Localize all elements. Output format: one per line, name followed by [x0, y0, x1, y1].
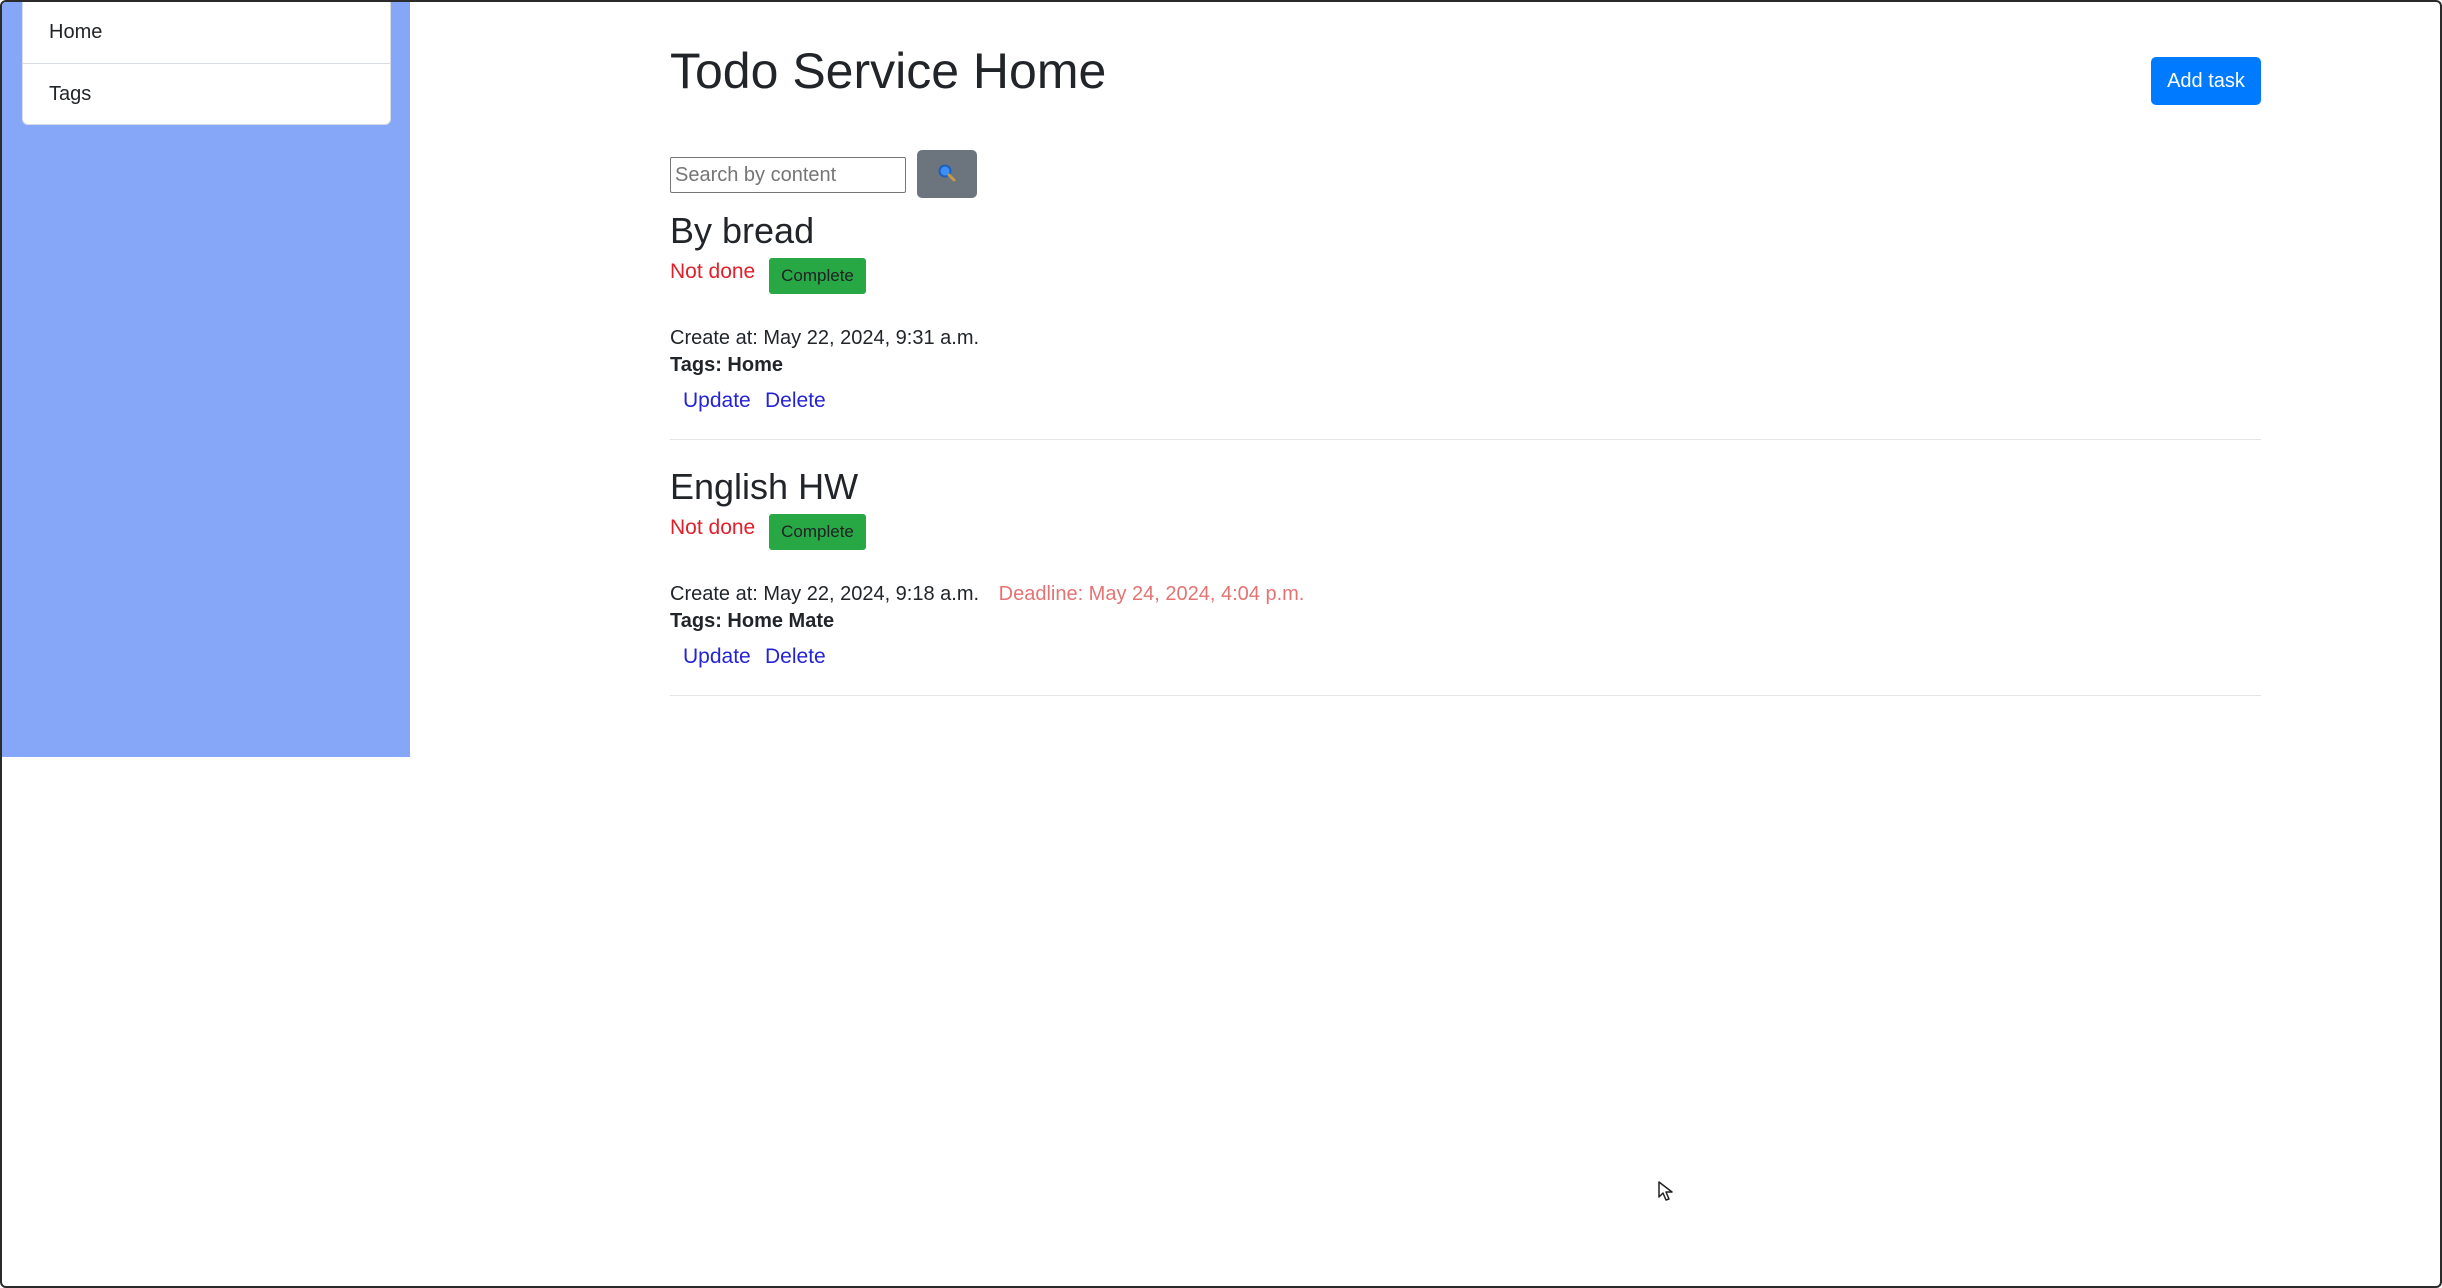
sidebar: Home Tags	[2, 2, 410, 757]
tags-value: Home Mate	[727, 610, 835, 632]
tags-label: Tags:	[670, 354, 722, 376]
sidebar-item-tags[interactable]: Tags	[23, 63, 390, 124]
tags-value: Home	[727, 354, 783, 376]
task-item: English HW Not done Complete Create at: …	[670, 466, 2261, 696]
mouse-cursor-icon	[1657, 1180, 1675, 1207]
task-tags: Tags: Home Mate	[670, 610, 834, 633]
complete-button[interactable]: Complete	[769, 258, 866, 294]
delete-link[interactable]: Delete	[765, 389, 826, 413]
task-created-at: Create at: May 22, 2024, 9:31 a.m.	[670, 327, 980, 349]
task-tags: Tags: Home	[670, 354, 783, 377]
update-link[interactable]: Update	[683, 389, 751, 413]
task-meta: Create at: May 22, 2024, 9:31 a.m.	[670, 327, 979, 350]
app-window: Home Tags Todo Service Home Add task By …	[0, 0, 2442, 1288]
task-item: By bread Not done Complete Create at: Ma…	[670, 210, 2261, 440]
tags-label: Tags:	[670, 610, 722, 632]
task-deadline: Deadline: May 24, 2024, 4:04 p.m.	[998, 583, 1305, 605]
task-created-at: Create at: May 22, 2024, 9:18 a.m.	[670, 583, 980, 605]
add-task-button[interactable]: Add task	[2151, 57, 2261, 105]
task-title: By bread	[670, 210, 815, 251]
update-link[interactable]: Update	[683, 645, 751, 669]
task-status: Not done	[670, 516, 756, 539]
delete-link[interactable]: Delete	[765, 645, 826, 669]
task-title: English HW	[670, 466, 859, 507]
task-status: Not done	[670, 260, 756, 283]
sidebar-nav: Home Tags	[22, 2, 391, 125]
complete-button[interactable]: Complete	[769, 514, 866, 550]
page-title: Todo Service Home	[670, 43, 1107, 99]
sidebar-item-home[interactable]: Home	[23, 2, 390, 63]
task-meta: Create at: May 22, 2024, 9:18 a.m. Deadl…	[670, 583, 1304, 606]
search-input[interactable]	[670, 157, 906, 193]
search-button[interactable]	[917, 150, 977, 198]
search-icon	[937, 163, 957, 186]
